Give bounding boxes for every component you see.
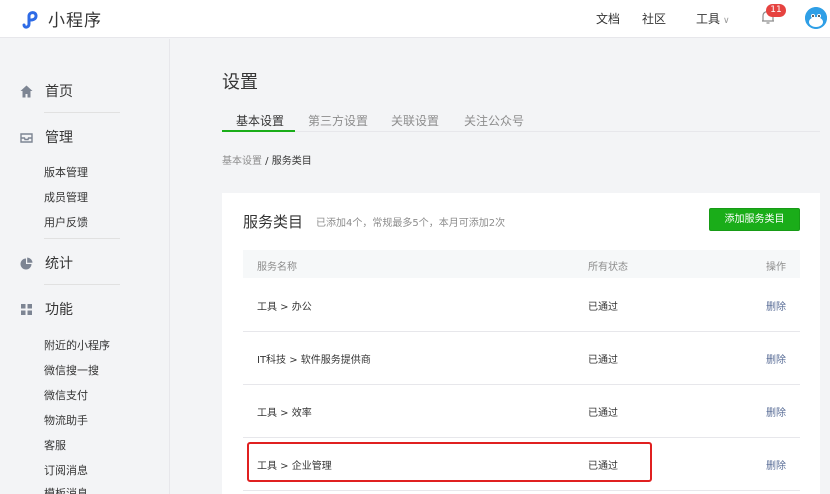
breadcrumb-current: 服务类目 <box>271 156 312 167</box>
tab-third-party[interactable]: 第三方设置 <box>308 112 368 129</box>
column-header-status: 所有状态 <box>588 262 628 273</box>
breadcrumb-parent[interactable]: 基本设置 <box>222 156 262 167</box>
avatar[interactable] <box>805 7 827 29</box>
active-tab-indicator <box>222 130 295 132</box>
table-row: 工具 > 办公 已通过 删除 <box>243 279 800 332</box>
mini-program-logo-icon <box>22 11 38 29</box>
sidebar-subitem-logistics[interactable]: 物流助手 <box>44 412 88 428</box>
table-row: IT科技 > 软件服务提供商 已通过 删除 <box>243 332 800 385</box>
pie-chart-icon <box>20 257 33 269</box>
table-header: 服务名称 所有状态 操作 <box>243 250 800 278</box>
settings-tabs: 基本设置 第三方设置 关联设置 关注公众号 <box>222 108 820 132</box>
notification-badge: 11 <box>766 4 786 17</box>
sidebar-item-label: 首页 <box>45 84 73 100</box>
app-name: 小程序 <box>48 10 102 31</box>
column-header-action: 操作 <box>766 262 786 273</box>
sidebar-subitem-members[interactable]: 成员管理 <box>44 189 88 205</box>
category-status: 已通过 <box>588 408 618 419</box>
nav-community[interactable]: 社区 <box>642 10 666 27</box>
sidebar-subitem-feedback[interactable]: 用户反馈 <box>44 214 88 230</box>
sidebar-item-home[interactable]: 首页 <box>20 81 73 101</box>
logo[interactable]: 小程序 <box>20 6 102 31</box>
sidebar-item-manage[interactable]: 管理 <box>20 127 73 147</box>
column-header-name: 服务名称 <box>257 262 297 273</box>
add-service-category-button[interactable]: 添加服务类目 <box>709 208 800 231</box>
avatar-image-icon <box>805 7 827 29</box>
chevron-down-icon: ∨ <box>723 16 730 26</box>
divider <box>44 112 120 113</box>
category-name: 工具 > 效率 <box>257 408 312 419</box>
nav-tools[interactable]: 工具 ∨ <box>696 10 730 27</box>
sidebar-item-stats[interactable]: 统计 <box>20 253 73 273</box>
grid-icon <box>21 303 32 315</box>
sidebar-subitem-subscribe[interactable]: 订阅消息 <box>44 462 88 478</box>
top-bar: 小程序 文档 社区 工具 ∨ 11 <box>0 0 830 38</box>
divider <box>44 284 120 285</box>
category-status: 已通过 <box>588 355 618 366</box>
divider <box>44 238 120 239</box>
sidebar-subitem-nearby[interactable]: 附近的小程序 <box>44 337 110 353</box>
home-icon <box>20 85 33 97</box>
category-name: 工具 > 办公 <box>257 302 312 313</box>
sidebar-item-features[interactable]: 功能 <box>20 299 73 319</box>
sidebar-subitem-pay[interactable]: 微信支付 <box>44 387 88 403</box>
sidebar: 首页 管理 版本管理 成员管理 用户反馈 统计 功能 附近的小程序 微信搜一搜 … <box>0 39 170 494</box>
table-row: 工具 > 效率 已通过 删除 <box>243 385 800 438</box>
sidebar-subitem-template[interactable]: 模板消息 <box>44 485 88 494</box>
category-name: IT科技 > 软件服务提供商 <box>257 355 371 366</box>
delete-link[interactable]: 删除 <box>766 351 786 366</box>
nav-tools-label: 工具 <box>696 12 721 26</box>
sidebar-item-label: 统计 <box>45 256 73 272</box>
tab-association[interactable]: 关联设置 <box>391 112 439 129</box>
highlight-box <box>247 442 652 482</box>
sidebar-item-label: 管理 <box>45 130 73 146</box>
page-title: 设置 <box>222 72 258 93</box>
sidebar-subitem-service[interactable]: 客服 <box>44 437 66 453</box>
delete-link[interactable]: 删除 <box>766 404 786 419</box>
tab-follow-account[interactable]: 关注公众号 <box>464 112 524 129</box>
card-title: 服务类目 <box>243 213 304 231</box>
inbox-icon <box>20 132 33 143</box>
tab-basic[interactable]: 基本设置 <box>236 112 284 129</box>
card-note: 已添加4个，常规最多5个，本月可添加2次 <box>316 218 506 229</box>
category-status: 已通过 <box>588 302 618 313</box>
nav-docs[interactable]: 文档 <box>596 10 620 27</box>
sidebar-subitem-version[interactable]: 版本管理 <box>44 164 88 180</box>
sidebar-subitem-search[interactable]: 微信搜一搜 <box>44 362 99 378</box>
sidebar-item-label: 功能 <box>45 302 73 318</box>
delete-link[interactable]: 删除 <box>766 457 786 472</box>
breadcrumb: 基本设置 / 服务类目 <box>222 152 312 167</box>
breadcrumb-separator: / <box>262 156 272 167</box>
delete-link[interactable]: 删除 <box>766 298 786 313</box>
